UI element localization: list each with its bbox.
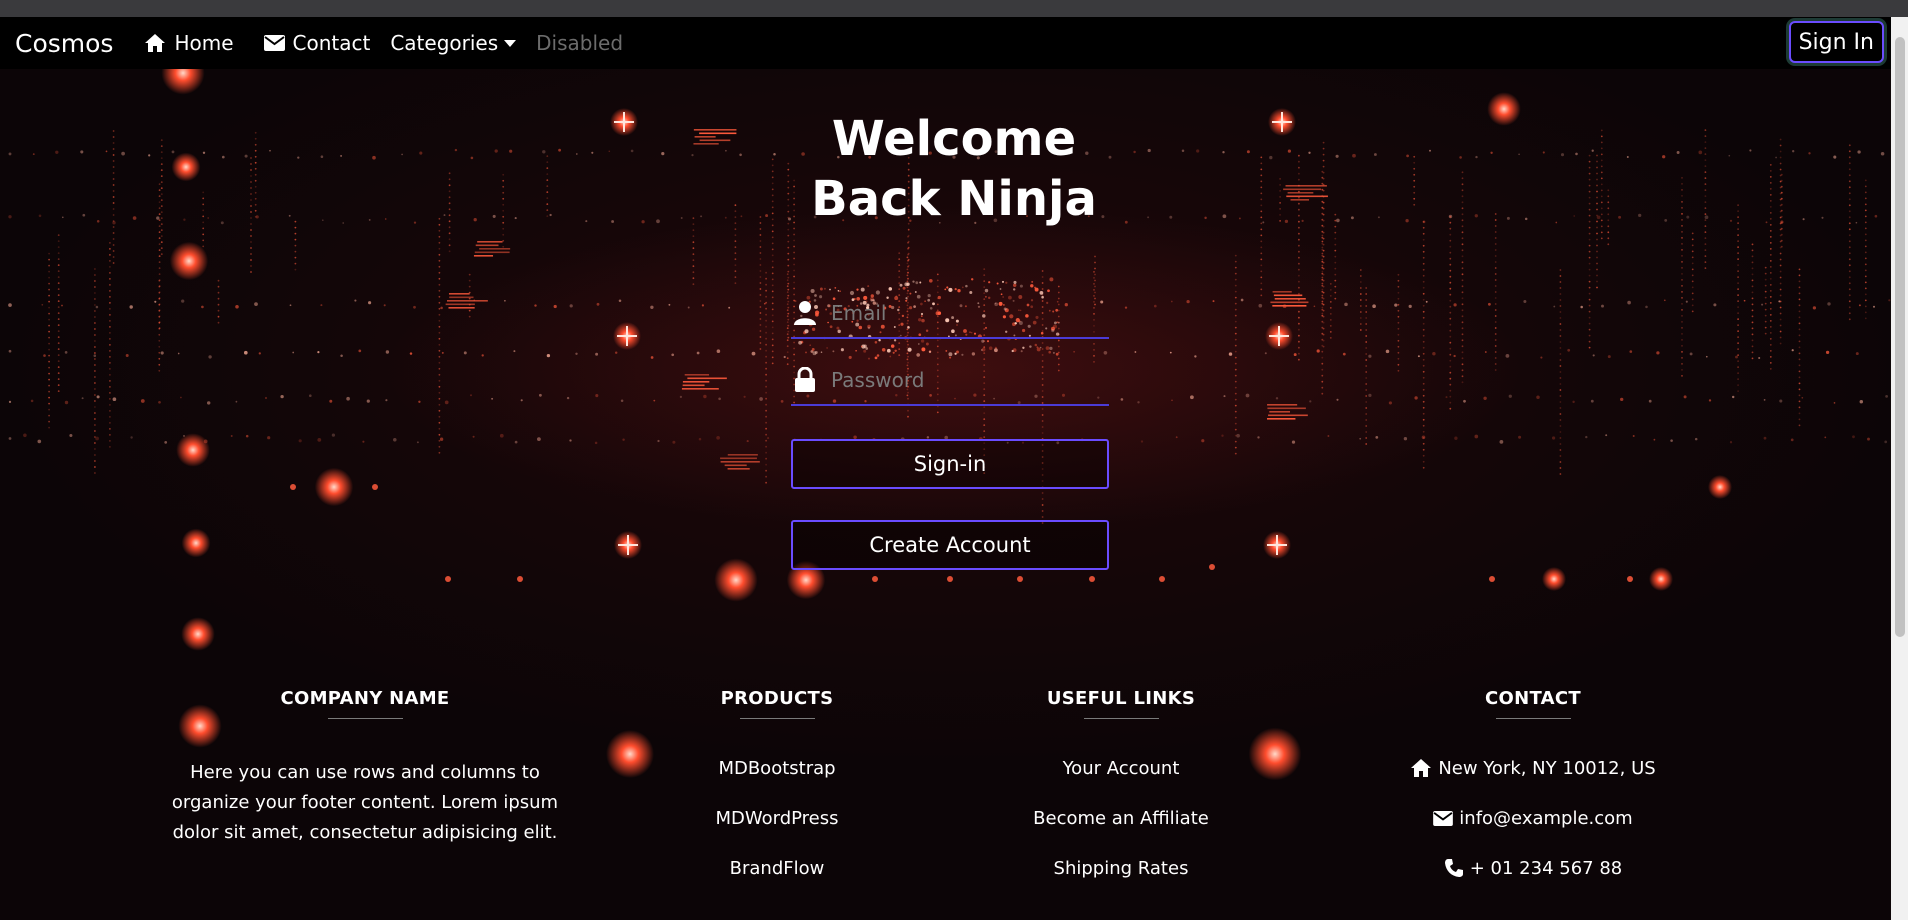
- create-account-button[interactable]: Create Account: [791, 520, 1109, 570]
- user-icon: [794, 301, 816, 325]
- footer-divider: [1083, 718, 1159, 719]
- top-navbar: Cosmos Home Contact Categories Disabled …: [0, 17, 1908, 69]
- email-field: [791, 289, 1109, 339]
- nav-home-link[interactable]: Home: [144, 31, 234, 55]
- envelope-icon: [263, 35, 285, 51]
- footer-divider: [327, 718, 403, 719]
- footer-products-column: PRODUCTS MDBootstrap MDWordPress BrandFl…: [627, 688, 927, 908]
- footer-contact-column: CONTACT New York, NY 10012, US info@exam…: [1333, 688, 1733, 908]
- envelope-icon: [1433, 811, 1454, 826]
- password-input[interactable]: [829, 367, 1093, 393]
- scrollbar-thumb[interactable]: [1895, 37, 1905, 637]
- footer-product-link[interactable]: MDBootstrap: [627, 758, 927, 808]
- footer-product-link[interactable]: MDWordPress: [627, 808, 927, 858]
- signin-submit-button[interactable]: Sign-in: [791, 439, 1109, 489]
- footer-contact-phone: + 01 234 567 88: [1333, 858, 1733, 908]
- footer-contact-address-text: New York, NY 10012, US: [1438, 758, 1656, 779]
- nav-home-label: Home: [174, 31, 234, 55]
- footer-products-heading: PRODUCTS: [720, 688, 834, 709]
- nav-categories-label: Categories: [390, 31, 499, 55]
- browser-tab-strip: [0, 0, 1908, 18]
- footer-contact-email-text: info@example.com: [1459, 808, 1633, 829]
- footer-divider: [739, 718, 815, 719]
- footer-useful-link[interactable]: Shipping Rates: [971, 858, 1271, 908]
- phone-icon: [1444, 859, 1463, 877]
- chevron-down-icon: [504, 39, 517, 47]
- footer-contact-list: New York, NY 10012, US info@example.com …: [1333, 758, 1733, 908]
- lock-icon: [795, 367, 815, 392]
- nav-contact-label: Contact: [292, 31, 371, 55]
- nav-disabled-link: Disabled: [536, 31, 623, 55]
- home-icon: [1411, 759, 1432, 777]
- footer-products-list: MDBootstrap MDWordPress BrandFlow: [627, 758, 927, 908]
- footer-company-column: COMPANY NAME Here you can use rows and c…: [165, 688, 565, 848]
- nav-disabled-label: Disabled: [536, 31, 624, 55]
- footer-divider: [1495, 718, 1571, 719]
- footer-contact-phone-text: + 01 234 567 88: [1469, 858, 1623, 879]
- footer-contact-email: info@example.com: [1333, 808, 1733, 858]
- footer-useful-link[interactable]: Your Account: [971, 758, 1271, 808]
- footer-useful-link[interactable]: Become an Affiliate: [971, 808, 1271, 858]
- navbar-signin-button[interactable]: Sign In: [1788, 21, 1884, 63]
- hero-section: Welcome Back Ninja Sign-in Create Accoun…: [0, 69, 1908, 920]
- footer-company-text: Here you can use rows and columns to org…: [171, 762, 559, 843]
- footer-contact-address: New York, NY 10012, US: [1333, 758, 1733, 808]
- welcome-line-2: Back Ninja: [811, 171, 1097, 227]
- nav-categories-dropdown[interactable]: Categories: [390, 31, 517, 55]
- page-scrollbar[interactable]: [1891, 17, 1908, 920]
- home-icon: [145, 34, 166, 52]
- footer-contact-heading: CONTACT: [1485, 688, 1581, 709]
- password-field: [791, 356, 1109, 406]
- footer-links-list: Your Account Become an Affiliate Shippin…: [971, 758, 1271, 908]
- brand-logo[interactable]: Cosmos: [15, 29, 113, 58]
- email-input[interactable]: [829, 300, 1093, 326]
- nav-contact-link[interactable]: Contact: [263, 31, 371, 55]
- welcome-line-1: Welcome: [831, 111, 1077, 167]
- welcome-heading: Welcome Back Ninja: [754, 109, 1154, 229]
- footer-links-heading: USEFUL LINKS: [1046, 688, 1196, 709]
- footer-product-link[interactable]: BrandFlow: [627, 858, 927, 908]
- footer-links-column: USEFUL LINKS Your Account Become an Affi…: [971, 688, 1271, 908]
- footer-company-heading: COMPANY NAME: [280, 688, 450, 709]
